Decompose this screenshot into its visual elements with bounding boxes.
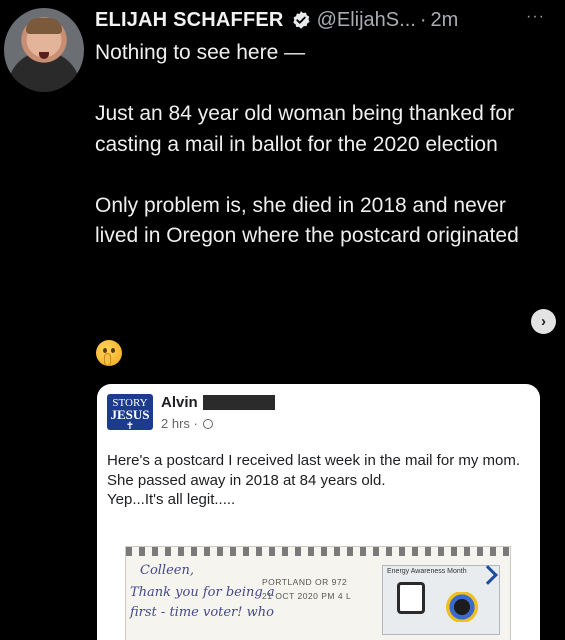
emoji-finger (104, 353, 111, 366)
meta-separator: · (419, 8, 427, 31)
post-time: 2 hrs · (161, 416, 214, 431)
stamp-title: Energy Awareness Month (387, 568, 467, 575)
postage-stamp: Energy Awareness Month (382, 565, 500, 635)
postmark-city: PORTLAND OR 972 (262, 577, 348, 587)
tweet-paragraph: Nothing to see here — (95, 41, 306, 64)
author-avatar[interactable] (4, 8, 84, 92)
stamp-artwork-icon (445, 592, 479, 622)
postcard-image: Colleen, Thank you for being a first - t… (125, 546, 511, 640)
more-options-icon[interactable]: ··· (526, 8, 545, 26)
poster-first-name: Alvin (161, 394, 198, 411)
redaction-bar (202, 395, 275, 410)
tweet-paragraph: Only problem is, she died in 2018 and ne… (95, 193, 519, 248)
tweet-paragraph: Just an 84 year old woman being thanked … (95, 102, 515, 156)
post-time-text: 2 hrs · (161, 416, 198, 431)
avatar-text: JESUS (110, 407, 150, 422)
post-line: Here's a postcard I received last week i… (107, 452, 521, 469)
handwriting-line: first - time voter! who (130, 605, 274, 620)
page-avatar: STORY JESUS ✝ (107, 394, 153, 432)
handwriting-line: Colleen, (140, 563, 194, 578)
tweet-body: Nothing to see here — Just an 84 year ol… (95, 38, 550, 252)
post-line: Yep...It's all legit..... (107, 491, 236, 508)
poster-name: Alvin (161, 394, 275, 411)
handwriting-line: Thank you for being a (130, 585, 275, 600)
author-handle[interactable]: @ElijahS... (317, 9, 416, 32)
embedded-screenshot-card[interactable]: STORY JESUS ✝ Alvin 2 hrs · Here's a pos… (97, 384, 540, 640)
tweet-header: ELIJAH SCHAFFER @ElijahS... · 2m (95, 6, 458, 34)
next-media-button[interactable]: › (531, 309, 556, 334)
avatar-hair (26, 18, 62, 34)
shushing-face-emoji-icon (96, 340, 122, 366)
post-text: Here's a postcard I received last week i… (107, 451, 527, 510)
postmark-date: 21 OCT 2020 PM 4 L (262, 591, 352, 601)
postcard-border (126, 547, 510, 556)
avatar-mouth (39, 52, 49, 59)
plug-outlet-icon (397, 582, 425, 614)
verified-badge-icon (292, 11, 310, 29)
globe-icon (203, 419, 214, 429)
post-line: She passed away in 2018 at 84 years old. (107, 471, 386, 489)
arrow-icon (478, 565, 498, 585)
author-name[interactable]: ELIJAH SCHAFFER (95, 9, 284, 32)
cross-icon: ✝ (125, 421, 135, 432)
tweet-timestamp[interactable]: 2m (430, 9, 458, 32)
emoji-eye (111, 348, 115, 353)
